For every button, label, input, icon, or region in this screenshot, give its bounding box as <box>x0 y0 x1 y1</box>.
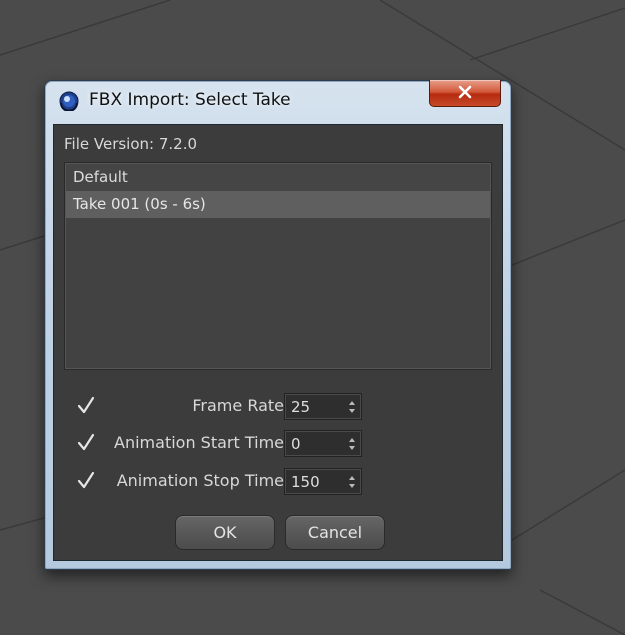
ok-button[interactable]: OK <box>175 515 275 550</box>
animation-stop-time-label: Animation Stop Time <box>116 471 284 490</box>
close-button[interactable] <box>429 80 501 107</box>
cancel-button[interactable]: Cancel <box>285 515 385 550</box>
animation-stop-time-spinner[interactable]: 150 <box>284 468 362 495</box>
frame-rate-label: Frame Rate <box>192 396 284 415</box>
close-icon <box>458 85 472 99</box>
take-list-item-default[interactable]: Default <box>66 164 490 191</box>
checkmark-icon <box>77 471 95 489</box>
animation-start-time-spinner[interactable]: 0 <box>284 430 362 457</box>
fbx-import-dialog: FBX Import: Select Take File Version: 7.… <box>44 80 512 570</box>
window-title: FBX Import: Select Take <box>89 90 291 110</box>
frame-rate-value[interactable]: 25 <box>291 398 310 416</box>
frame-rate-checkbox[interactable] <box>76 396 96 416</box>
option-row-animation-stop-time: Animation Stop Time 150 <box>64 466 494 496</box>
option-row-animation-start-time: Animation Start Time 0 <box>64 428 494 458</box>
animation-start-time-checkbox[interactable] <box>76 433 96 453</box>
take-list-item-take-001[interactable]: Take 001 (0s - 6s) <box>66 191 490 218</box>
file-version-label: File Version: <box>64 135 155 153</box>
option-row-frame-rate: Frame Rate 25 <box>64 391 494 421</box>
spinner-arrows-icon[interactable] <box>348 437 356 451</box>
animation-start-time-value[interactable]: 0 <box>291 435 301 453</box>
cinema4d-sphere-icon <box>59 91 79 112</box>
animation-start-time-label: Animation Start Time <box>114 433 284 452</box>
spinner-arrows-icon[interactable] <box>348 475 356 489</box>
checkmark-icon <box>77 396 95 414</box>
animation-stop-time-checkbox[interactable] <box>76 471 96 491</box>
animation-stop-time-value[interactable]: 150 <box>291 473 320 491</box>
take-list[interactable]: Default Take 001 (0s - 6s) <box>64 162 492 370</box>
file-version-text: File Version: 7.2.0 <box>64 135 197 153</box>
dialog-client-area: File Version: 7.2.0 Default Take 001 (0s… <box>53 124 503 561</box>
frame-rate-spinner[interactable]: 25 <box>284 393 362 420</box>
title-bar[interactable]: FBX Import: Select Take <box>45 80 511 123</box>
checkmark-icon <box>77 433 95 451</box>
file-version-value: 7.2.0 <box>158 135 198 153</box>
spinner-arrows-icon[interactable] <box>348 400 356 414</box>
